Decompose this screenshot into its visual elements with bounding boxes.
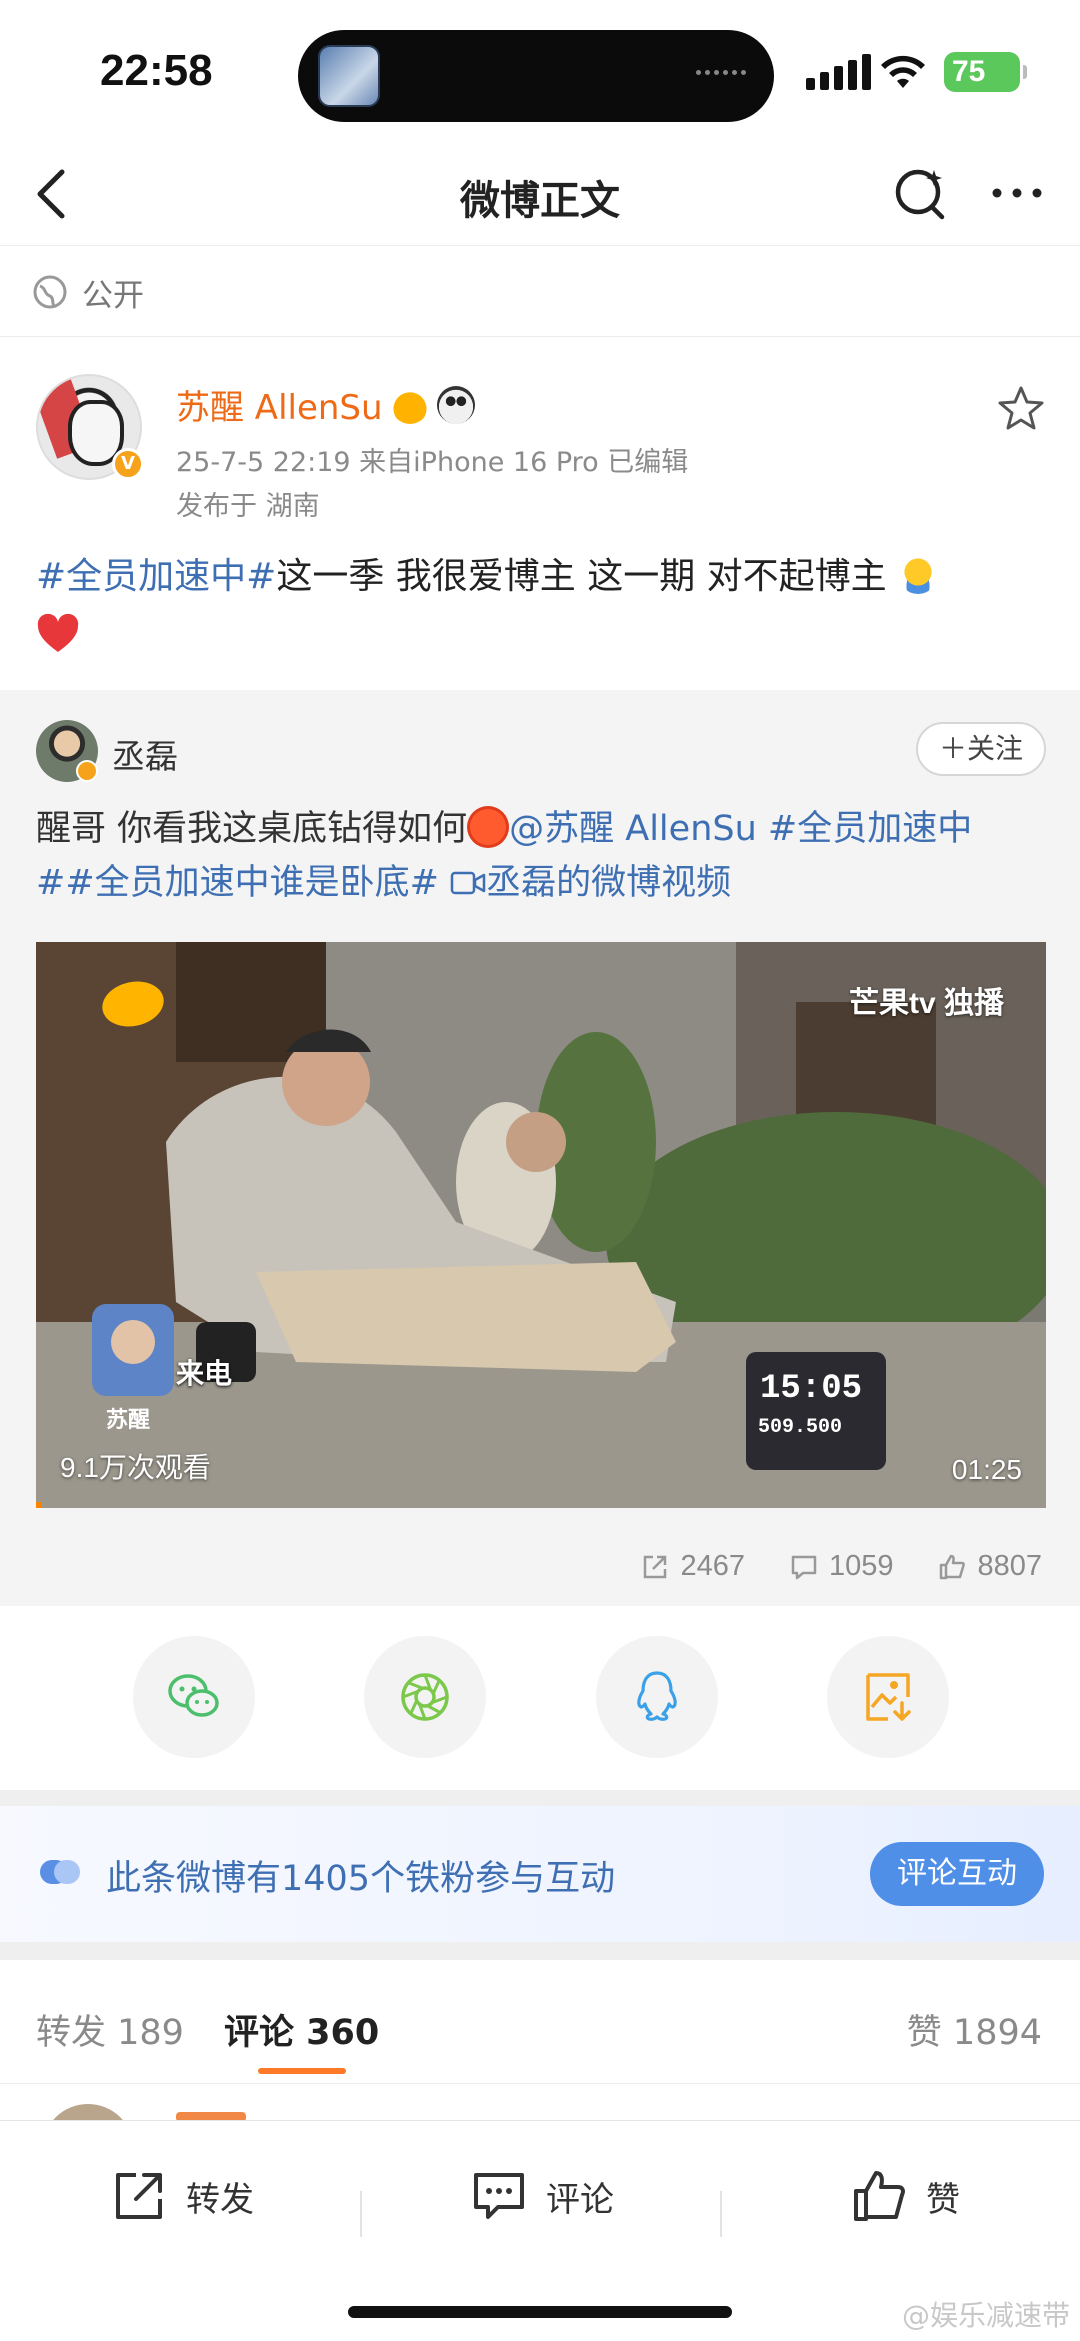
comment-button-label: 评论	[546, 2179, 614, 2220]
qq-icon	[637, 1671, 677, 1721]
fans-interaction-banner[interactable]: 此条微博有1405个铁粉参与互动 评论互动	[0, 1806, 1080, 1942]
reposted-card[interactable]: 丞磊 ＋关注 醒哥 你看我这桌底钻得如何 @苏醒 AllenSu #全员加速中 #…	[0, 690, 1080, 1606]
video-frame	[36, 942, 1046, 1508]
home-indicator[interactable]	[348, 2306, 732, 2318]
heart-emoji-icon	[37, 614, 79, 652]
verified-badge-icon: V	[112, 448, 144, 480]
navigation-bar: 微博正文	[0, 140, 1080, 246]
topic-link[interactable]: ##全员加速中谁是卧底#	[36, 863, 439, 903]
watermark: @娱乐减速带	[901, 2299, 1070, 2332]
platform-watermark: 芒果tv 独播	[848, 987, 1004, 1020]
thumb-up-icon	[940, 1554, 966, 1579]
caller-name: 苏醒	[106, 1408, 151, 1433]
follow-button[interactable]: ＋关注	[916, 722, 1046, 776]
video-duration: 01:25	[951, 1454, 1022, 1485]
tab-comments[interactable]: 评论 360	[224, 2004, 379, 2055]
visibility-row: 公开	[32, 262, 144, 322]
comment-icon	[791, 1555, 817, 1579]
hug-emoji-icon	[898, 554, 939, 594]
comment-count-value: 1059	[828, 1550, 894, 1582]
favorite-star-icon[interactable]	[996, 384, 1046, 434]
share-wechat-button[interactable]	[133, 1636, 255, 1758]
moments-icon	[401, 1673, 449, 1721]
save-image-button[interactable]	[827, 1636, 949, 1758]
share-icon	[116, 2173, 162, 2219]
repost-stats: 2467 1059 8807	[640, 1550, 1042, 1583]
comment-interaction-button[interactable]: 评论互动	[870, 1842, 1044, 1906]
video-progress-bar[interactable]	[36, 1502, 42, 1508]
now-playing-thumbnail	[318, 45, 380, 107]
repost-count-value: 2467	[680, 1550, 745, 1582]
share-qq-button[interactable]	[596, 1636, 718, 1758]
separator	[360, 2191, 362, 2237]
like-button[interactable]: 赞	[850, 2167, 960, 2225]
post-topic-link[interactable]: #全员加速中#	[36, 556, 276, 597]
video-score: 509.500	[758, 1416, 843, 1439]
repost-text: 醒哥 你看我这桌底钻得如何 @苏醒 AllenSu #全员加速中 ##全员加速中谁…	[36, 802, 1046, 910]
author-name[interactable]: 苏醒 AllenSu	[176, 380, 475, 429]
verified-badge-icon	[76, 760, 98, 782]
video-timer: 15:05	[760, 1370, 863, 1408]
island-indicator	[696, 70, 748, 80]
repost-count[interactable]: 2467	[640, 1550, 745, 1583]
visibility-label: 公开	[82, 277, 144, 314]
like-count[interactable]: 8807	[937, 1550, 1042, 1583]
post-text: #全员加速中#这一季 我很爱博主 这一期 对不起博主	[36, 548, 1046, 664]
status-bar: 22:58 75	[0, 0, 1080, 140]
crown-badge-icon	[390, 385, 429, 424]
panda-badge-icon	[436, 385, 475, 424]
battery-icon: 75	[944, 52, 1027, 92]
cellular-signal-icon	[806, 54, 871, 90]
comment-icon	[474, 2173, 524, 2219]
post-meta: 25-7-5 22:19 来自iPhone 16 Pro 已编辑	[176, 447, 689, 478]
repost-body: 醒哥 你看我这桌底钻得如何	[36, 809, 468, 849]
share-row	[0, 1636, 1080, 1762]
more-icon[interactable]	[986, 162, 1048, 224]
interaction-tabs: 转发 189 评论 360 赞 1894	[0, 1960, 1080, 2084]
repost-button-label: 转发	[186, 2179, 254, 2220]
fans-badge-icon	[40, 1860, 80, 1884]
like-count-value: 8807	[977, 1550, 1042, 1582]
save-image-icon	[866, 1673, 911, 1721]
wifi-icon	[881, 55, 925, 88]
fans-banner-text: 此条微博有1405个铁粉参与互动	[106, 1859, 616, 1899]
separator	[720, 2191, 722, 2237]
video-view-count: 9.1万次观看	[60, 1452, 211, 1483]
comment-button[interactable]: 评论	[470, 2167, 614, 2225]
post-location: 发布于 湖南	[176, 491, 320, 522]
video-link[interactable]: 丞磊的微博视频	[486, 863, 731, 903]
like-button-label: 赞	[926, 2179, 960, 2220]
globe-icon	[33, 275, 67, 309]
angry-emoji-icon	[467, 806, 510, 848]
thumb-up-icon	[854, 2171, 905, 2221]
section-divider	[0, 1942, 1080, 1960]
status-time: 22:58	[100, 46, 213, 95]
topic-link[interactable]: #全员加速中	[768, 809, 972, 849]
divider	[0, 336, 1080, 337]
share-moments-button[interactable]	[364, 1636, 486, 1758]
author-name-text: 苏醒 AllenSu	[176, 388, 383, 428]
repost-button[interactable]: 转发	[110, 2167, 254, 2225]
tab-reposts[interactable]: 转发 189	[36, 2004, 184, 2055]
comment-count[interactable]: 1059	[789, 1550, 894, 1583]
video-player[interactable]: 芒果tv 独播 苏醒 来电 15:05 509.500 9.1万次观看 01:2…	[36, 942, 1046, 1508]
repost-author-name[interactable]: 丞磊	[112, 730, 178, 778]
search-icon[interactable]	[890, 162, 952, 224]
incoming-call-caption: 来电	[176, 1357, 233, 1390]
video-link-icon	[450, 871, 486, 895]
post-body: 这一季 我很爱博主 这一期 对不起博主	[276, 556, 887, 597]
active-tab-indicator	[258, 2068, 346, 2074]
share-icon	[644, 1555, 667, 1578]
mention-link[interactable]: @苏醒 AllenSu	[509, 809, 757, 849]
dynamic-island[interactable]	[298, 30, 774, 122]
wechat-icon	[168, 1674, 219, 1717]
tab-likes[interactable]: 赞 1894	[907, 2004, 1042, 2055]
